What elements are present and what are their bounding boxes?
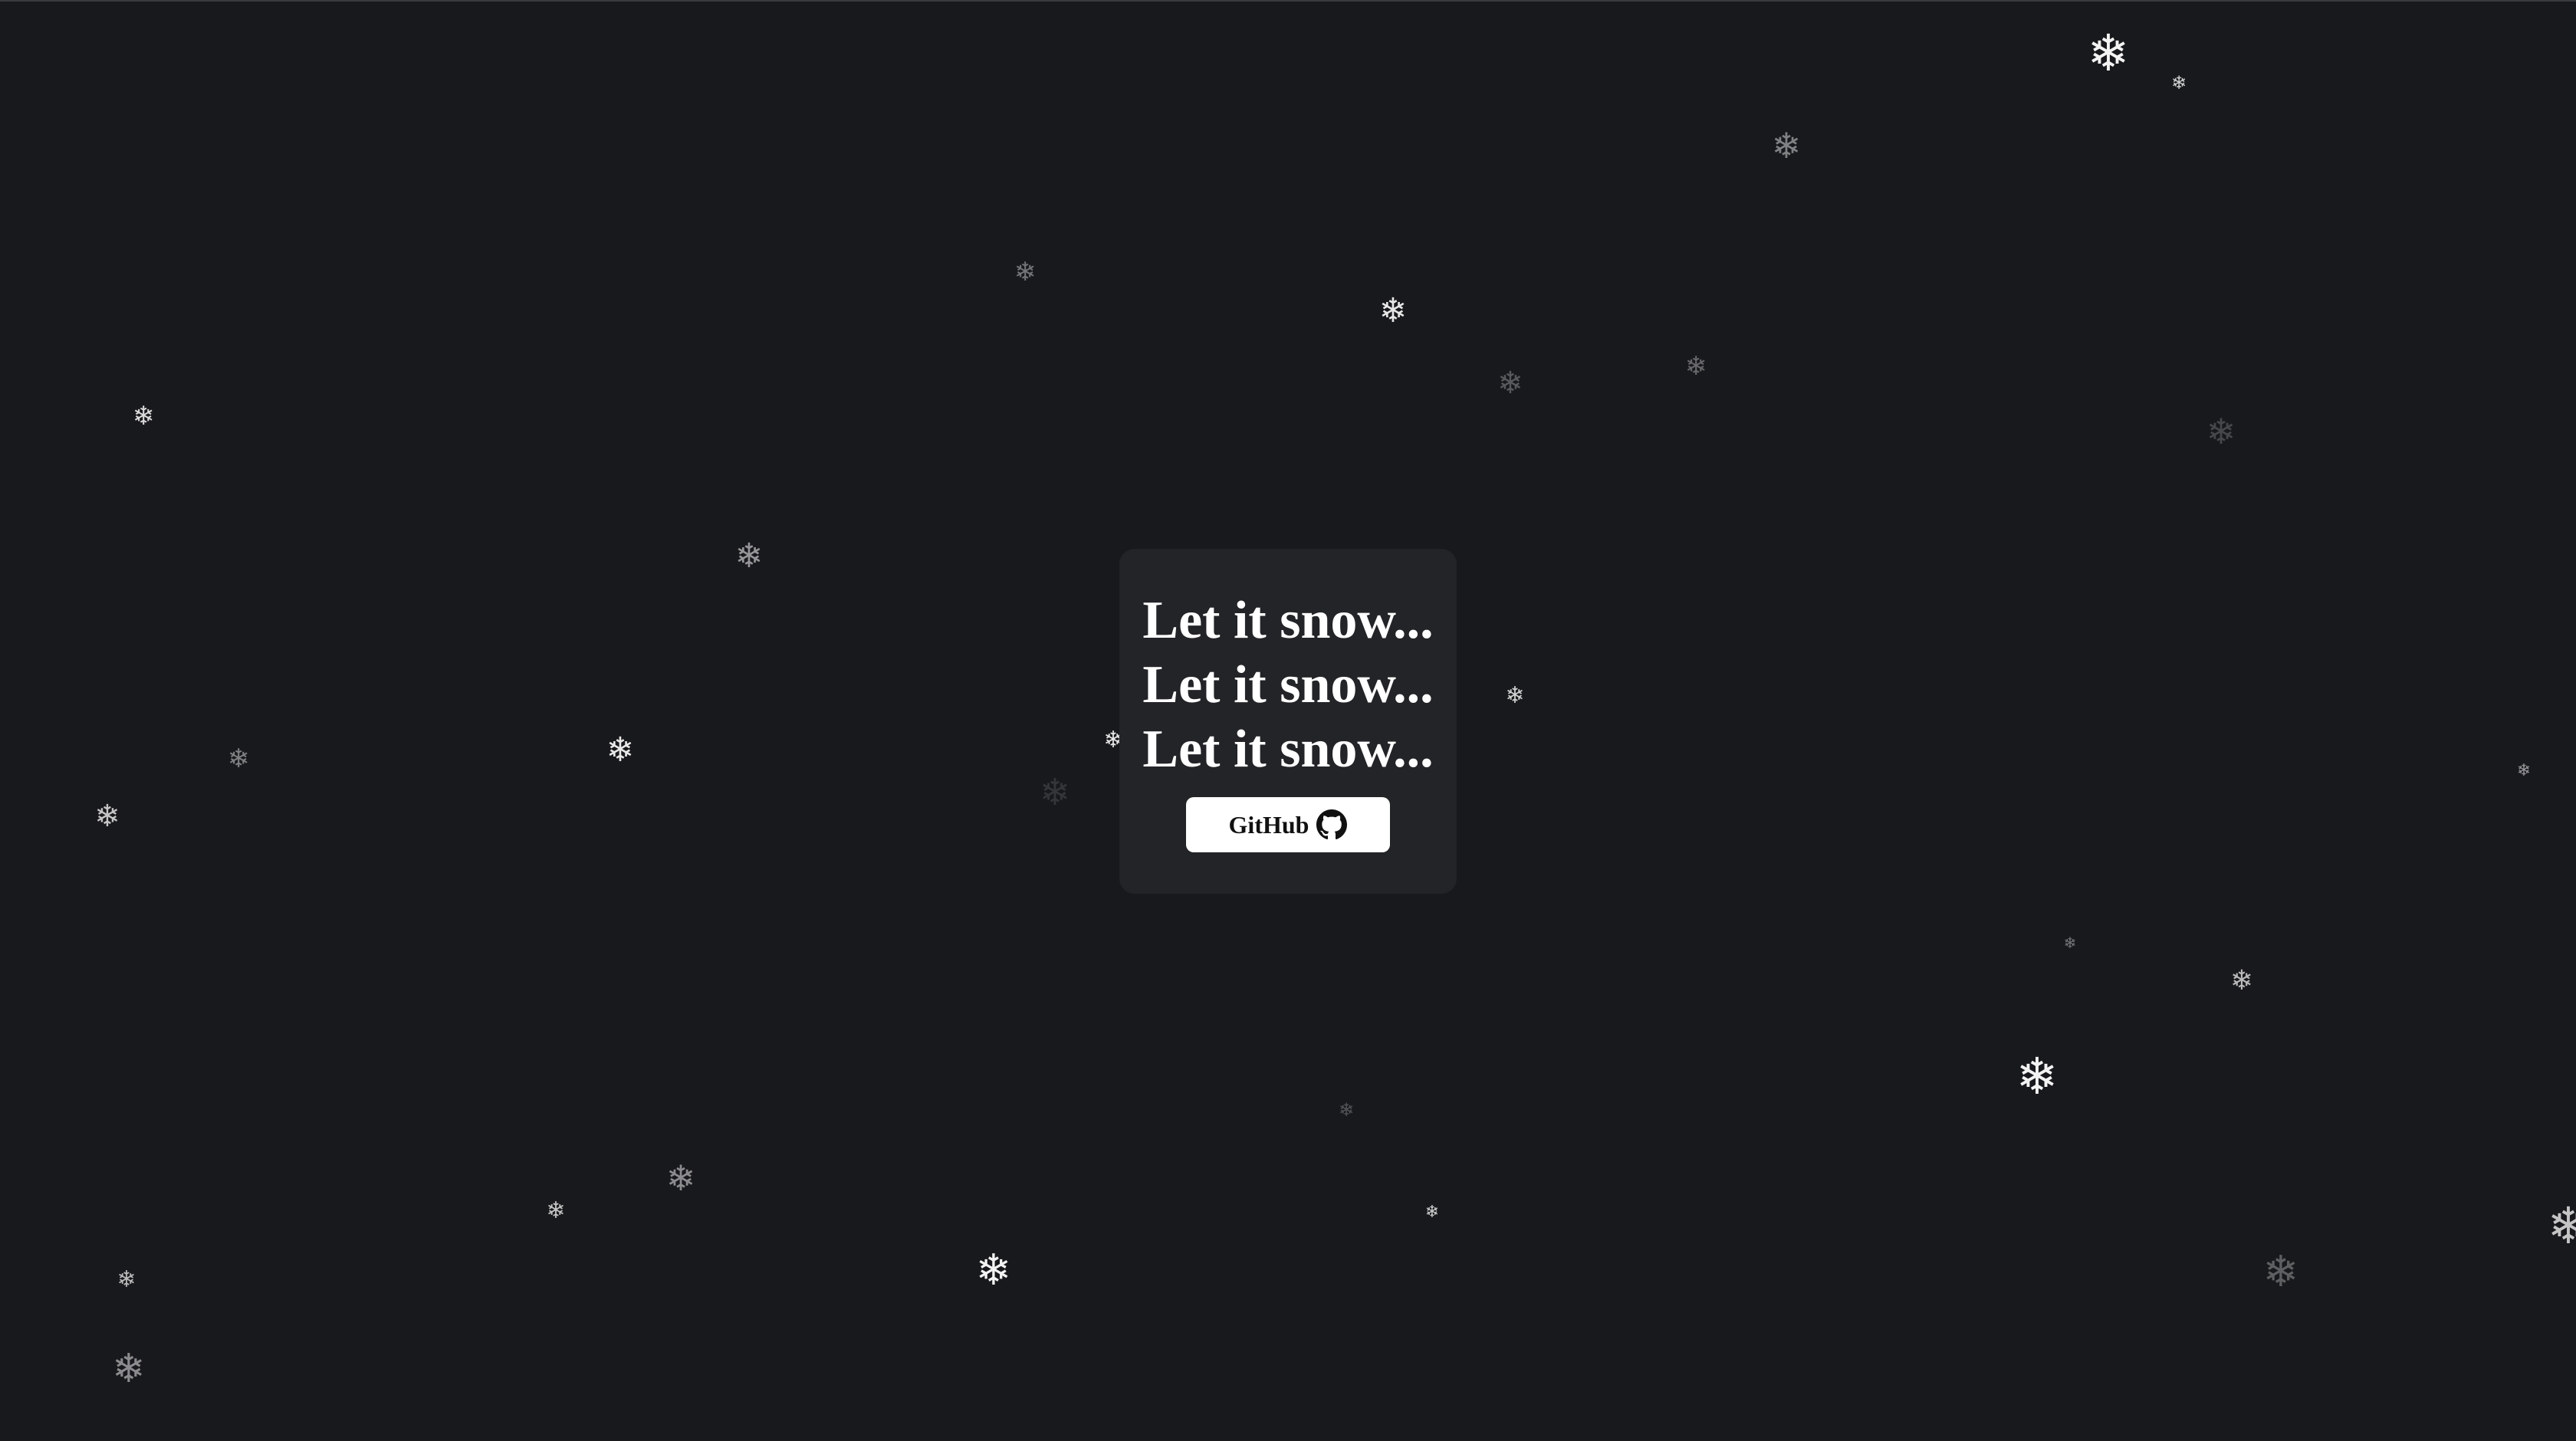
snowflake-icon: ❄ — [975, 1246, 1012, 1295]
snowflake-icon: ❄ — [1505, 682, 1525, 709]
snowflake-icon: ❄ — [1338, 1099, 1355, 1121]
card-line-3: Let it snow... — [1142, 720, 1434, 779]
snowflake-icon: ❄ — [1771, 125, 1802, 166]
snowflake-icon: ❄ — [606, 730, 635, 770]
snowflake-icon: ❄ — [1424, 1203, 1440, 1222]
snowflake-icon: ❄ — [227, 743, 250, 774]
snowflake-icon: ❄ — [94, 799, 120, 834]
snowflake-icon: ❄ — [112, 1346, 146, 1392]
snowflake-icon: ❄ — [734, 537, 764, 576]
snowflake-icon: ❄ — [2016, 1047, 2058, 1106]
snowflake-icon: ❄ — [2087, 24, 2130, 83]
snowflake-icon: ❄ — [117, 1266, 136, 1293]
github-button-label: GitHub — [1228, 810, 1309, 839]
card-line-1: Let it snow... — [1142, 591, 1434, 650]
snowflake-icon: ❄ — [2063, 934, 2077, 952]
card-line-2: Let it snow... — [1142, 655, 1434, 714]
snowflake-icon: ❄ — [2229, 965, 2254, 996]
message-card: Let it snow... Let it snow... Let it sno… — [1119, 549, 1457, 894]
snowflake-icon: ❄ — [1014, 257, 1037, 287]
snowflake-icon: ❄ — [2206, 411, 2236, 452]
snowflake-icon: ❄ — [665, 1157, 696, 1199]
snowflake-icon: ❄ — [546, 1197, 566, 1224]
snowflake-icon: ❄ — [1039, 771, 1071, 814]
github-button[interactable]: GitHub — [1186, 797, 1390, 852]
snowflake-icon: ❄ — [132, 401, 155, 432]
snowflake-icon: ❄ — [1684, 351, 1707, 382]
snowflake-icon: ❄ — [2547, 1196, 2576, 1256]
snowflake-icon: ❄ — [2262, 1247, 2299, 1297]
snowflake-icon: ❄ — [2170, 72, 2187, 94]
snowflake-icon: ❄ — [1497, 366, 1523, 401]
snowflake-icon: ❄ — [2516, 761, 2532, 780]
snowflake-icon: ❄ — [1378, 291, 1408, 330]
github-icon — [1316, 809, 1348, 840]
